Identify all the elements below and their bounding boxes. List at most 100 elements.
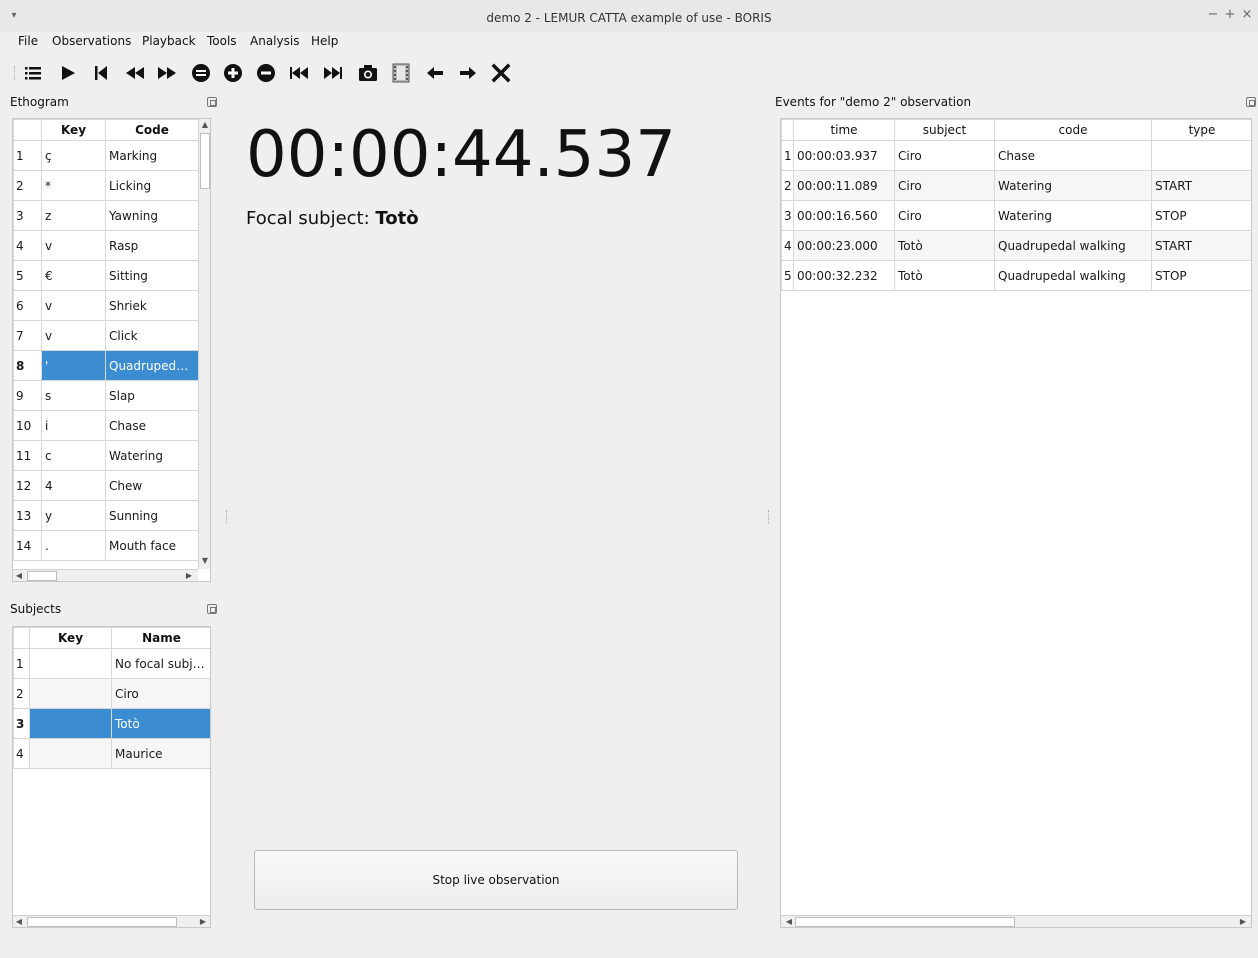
event-time[interactable]: 00:00:11.089 (793, 170, 895, 201)
events-float-icon[interactable] (1246, 97, 1256, 107)
ethogram-row[interactable]: 2 * Licking (13, 170, 199, 201)
menu-help[interactable]: Help (311, 34, 338, 48)
event-type[interactable]: STOP (1151, 260, 1251, 291)
behavior-code[interactable]: Click (105, 320, 199, 351)
behavior-key[interactable]: ' (41, 350, 106, 381)
ethogram-row[interactable]: 10 i Chase (13, 410, 199, 441)
subjects-corner[interactable] (13, 627, 30, 649)
behavior-code[interactable]: Sitting (105, 260, 199, 291)
ethogram-row[interactable]: 1 ç Marking (13, 140, 199, 171)
behavior-key[interactable]: s (41, 380, 106, 411)
event-row[interactable]: 4 00:00:23.000 Totò Quadrupedal walking STAR… (781, 230, 1251, 261)
event-time[interactable]: 00:00:16.560 (793, 200, 895, 231)
behavior-code[interactable]: Rasp (105, 230, 199, 261)
row-number[interactable]: 5 (781, 260, 794, 291)
row-number[interactable]: 1 (13, 648, 30, 679)
scroll-thumb[interactable] (795, 917, 1015, 927)
row-number[interactable]: 3 (13, 200, 42, 231)
ethogram-row[interactable]: 12 4 Chew (13, 470, 199, 501)
scroll-down-icon[interactable]: ▼ (199, 555, 210, 567)
ethogram-row[interactable]: 9 s Slap (13, 380, 199, 411)
row-number[interactable]: 7 (13, 320, 42, 351)
ethogram-row[interactable]: 14. Mouth face (13, 530, 199, 561)
row-number[interactable]: 2 (781, 170, 794, 201)
scroll-right-icon[interactable]: ▶ (197, 916, 209, 927)
ethogram-header-key[interactable]: Key (41, 119, 106, 141)
behavior-code[interactable]: Shriek (105, 290, 199, 321)
behavior-key[interactable]: € (41, 260, 106, 291)
equal-circle-icon[interactable] (190, 62, 212, 84)
event-subject[interactable]: Ciro (894, 200, 995, 231)
row-number[interactable]: 6 (13, 290, 42, 321)
events-header-subject[interactable]: subject (894, 119, 995, 141)
menu-analysis[interactable]: Analysis (250, 34, 299, 48)
subject-key[interactable] (29, 708, 112, 739)
subjects-float-icon[interactable] (207, 604, 217, 614)
event-subject[interactable]: Totò (894, 260, 995, 291)
behavior-key[interactable]: * (41, 170, 106, 201)
close-icon[interactable] (490, 62, 512, 84)
row-number[interactable]: 10 (13, 410, 42, 441)
event-type[interactable] (1151, 140, 1251, 171)
scroll-right-icon[interactable]: ▶ (1237, 916, 1249, 927)
behavior-key[interactable]: c (41, 440, 106, 471)
behavior-key[interactable]: ç (41, 140, 106, 171)
subject-row[interactable]: 1 No focal subject (13, 648, 210, 679)
behavior-code[interactable]: Licking (105, 170, 199, 201)
row-number[interactable]: 13 (13, 500, 42, 531)
behavior-code[interactable]: Slap (105, 380, 199, 411)
menu-file[interactable]: File (18, 34, 38, 48)
event-row[interactable]: 2 00:00:11.089 Ciro Watering START (781, 170, 1251, 201)
scroll-right-icon[interactable]: ▶ (183, 570, 195, 581)
row-number[interactable]: 5 (13, 260, 42, 291)
behavior-code[interactable]: Watering (105, 440, 199, 471)
film-frame-icon[interactable] (390, 62, 412, 84)
behavior-key[interactable]: v (41, 290, 106, 321)
rewind-icon[interactable] (124, 62, 146, 84)
scroll-left-icon[interactable]: ◀ (13, 570, 25, 581)
behavior-key[interactable]: i (41, 410, 106, 441)
behavior-key[interactable]: v (41, 230, 106, 261)
subjects-header-key[interactable]: Key (29, 627, 112, 649)
row-number[interactable]: 12 (13, 470, 42, 501)
maximize-button[interactable]: + (1223, 8, 1237, 22)
behavior-code[interactable]: Chase (105, 410, 199, 441)
behavior-code[interactable]: Quadrupedal ... (105, 350, 199, 381)
event-type[interactable]: START (1151, 230, 1251, 261)
subject-key[interactable] (29, 678, 112, 709)
scroll-thumb[interactable] (200, 133, 210, 189)
row-number[interactable]: 1 (781, 140, 794, 171)
subject-key[interactable] (29, 648, 112, 679)
events-header-code[interactable]: code (994, 119, 1152, 141)
row-number[interactable]: 2 (13, 678, 30, 709)
event-row[interactable]: 5 00:00:32.232 Totò Quadrupedal walking STOP (781, 260, 1251, 291)
row-number[interactable]: 8 (13, 350, 42, 381)
scroll-thumb[interactable] (27, 917, 177, 927)
menu-playback[interactable]: Playback (142, 34, 196, 48)
behavior-key[interactable]: y (41, 500, 106, 531)
previous-media-icon[interactable] (288, 62, 310, 84)
ethogram-horizontal-scrollbar[interactable]: ◀ ▶ (13, 569, 198, 581)
arrow-left-icon[interactable] (424, 62, 446, 84)
fast-forward-icon[interactable] (156, 62, 178, 84)
event-time[interactable]: 00:00:23.000 (793, 230, 895, 261)
row-number[interactable]: 11 (13, 440, 42, 471)
ethogram-header-code[interactable]: Code (105, 119, 199, 141)
ethogram-vertical-scrollbar[interactable]: ▲ ▼ (198, 119, 210, 569)
subject-name[interactable]: Totò (111, 708, 210, 739)
behavior-code[interactable]: Yawning (105, 200, 199, 231)
ethogram-row[interactable]: 8 ' Quadrupedal ... (13, 350, 199, 381)
stop-live-observation-button[interactable]: Stop live observation (254, 850, 738, 910)
subject-row[interactable]: 3 Totò (13, 708, 210, 739)
subject-key[interactable] (29, 738, 112, 769)
scroll-thumb[interactable] (27, 571, 57, 581)
ethogram-row[interactable]: 7 v Click (13, 320, 199, 351)
left-splitter-handle[interactable] (226, 510, 228, 524)
ethogram-row[interactable]: 13 y Sunning (13, 500, 199, 531)
ethogram-corner[interactable] (13, 119, 42, 141)
event-type[interactable]: STOP (1151, 200, 1251, 231)
ethogram-row[interactable]: 3 z Yawning (13, 200, 199, 231)
event-time[interactable]: 00:00:32.232 (793, 260, 895, 291)
minus-circle-icon[interactable] (255, 62, 277, 84)
row-number[interactable]: 2 (13, 170, 42, 201)
